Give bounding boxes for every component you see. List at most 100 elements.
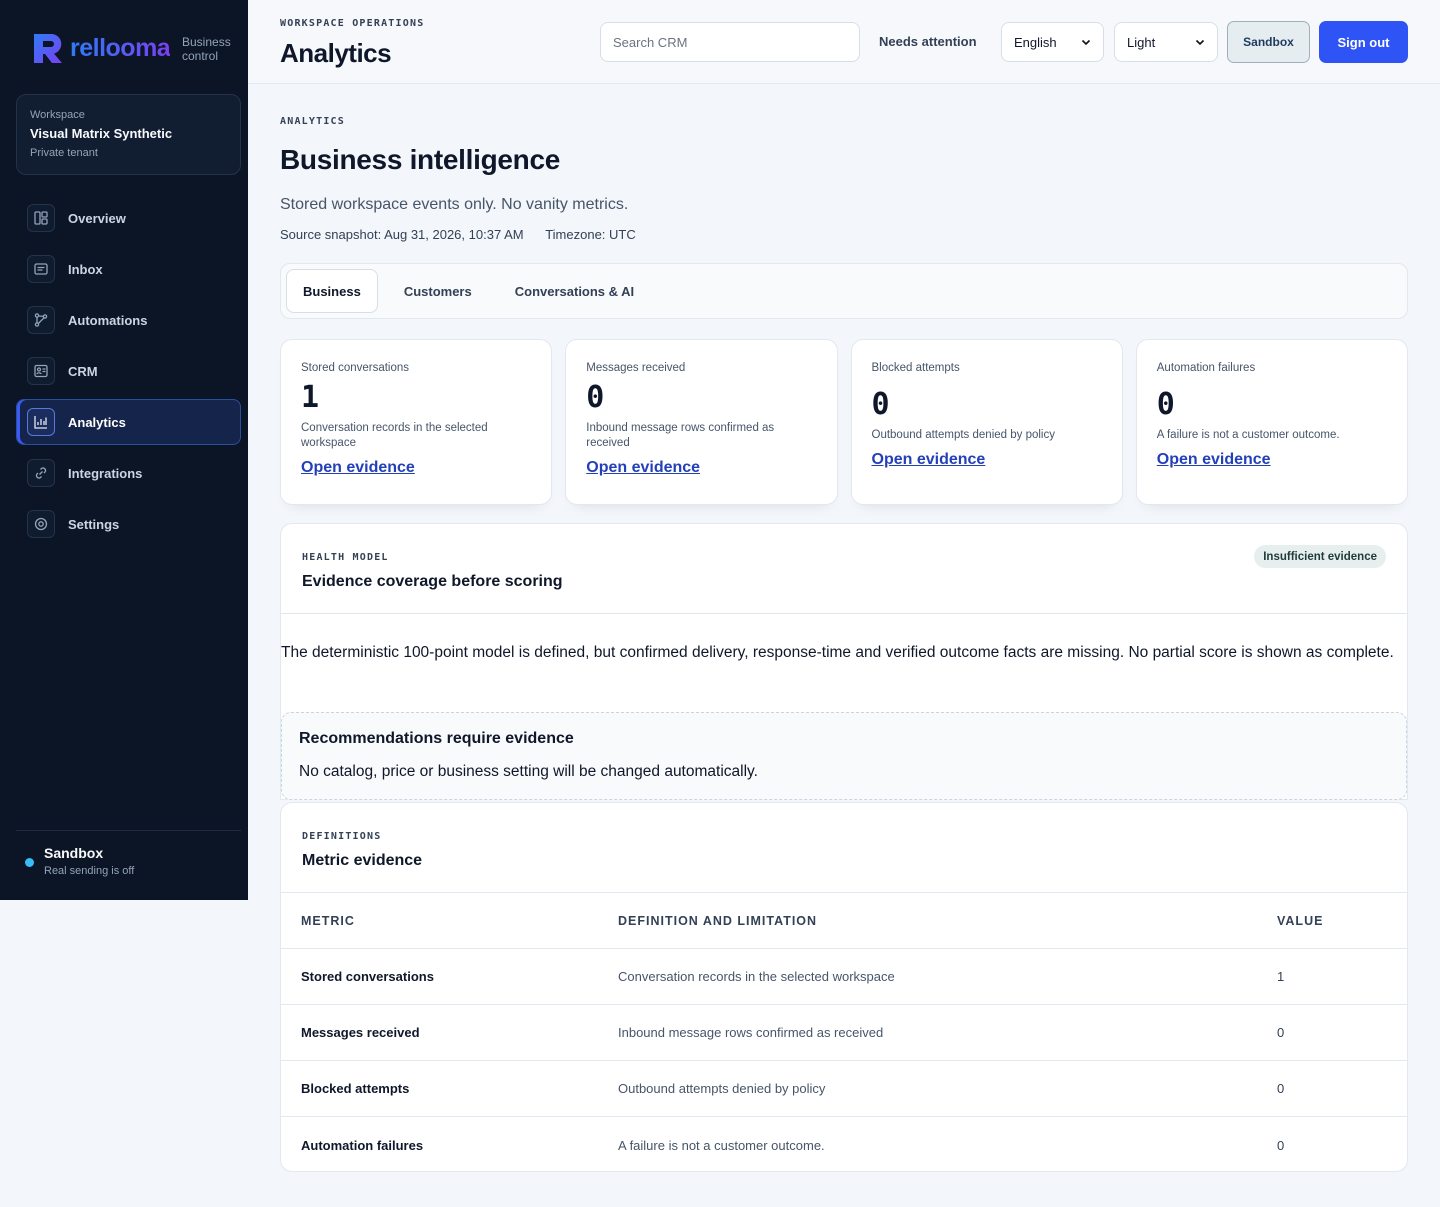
kpi-card-messages-received: Messages received 0 Inbound message rows… <box>565 339 838 505</box>
needs-attention-link[interactable]: Needs attention <box>879 34 977 49</box>
sidebar-nav: Overview Inbox Automations CRM Analytics <box>16 195 241 552</box>
metric-name: Messages received <box>301 1025 420 1040</box>
table-row: Automation failures A failure is not a c… <box>281 1117 1407 1171</box>
header-eyebrow: WORKSPACE OPERATIONS <box>280 18 425 29</box>
sidebar-item-automations[interactable]: Automations <box>16 297 241 343</box>
crm-icon <box>27 357 55 385</box>
sidebar-item-label: Automations <box>68 312 148 328</box>
metric-value: 0 <box>1277 1081 1285 1096</box>
column-header-value: VALUE <box>1277 913 1324 928</box>
kpi-description: Outbound attempts denied by policy <box>871 429 1055 441</box>
metric-name: Stored conversations <box>301 969 434 984</box>
kpi-label: Stored conversations <box>301 362 410 374</box>
kpi-description: Inbound message rows confirmed as receiv… <box>586 422 775 449</box>
kpi-label: Messages received <box>586 362 686 374</box>
column-header-definition: DEFINITION AND LIMITATION <box>618 913 818 928</box>
kpi-cards: Stored conversations 1 Conversation reco… <box>280 339 1408 505</box>
language-select[interactable]: English <box>1001 22 1104 62</box>
sidebar-item-analytics[interactable]: Analytics <box>16 399 241 445</box>
sandbox-button[interactable]: Sandbox <box>1227 21 1310 63</box>
metric-definition: Conversation records in the selected wor… <box>618 969 895 984</box>
status-dot-icon <box>25 858 34 867</box>
rellooma-logo-icon <box>34 34 62 63</box>
column-header-metric: METRIC <box>301 913 355 928</box>
metric-value: 1 <box>1277 969 1285 984</box>
health-title: Evidence coverage before scoring <box>302 573 563 590</box>
chevron-down-icon <box>1195 39 1205 46</box>
brand-name: rellooma <box>70 33 171 62</box>
health-description: The deterministic 100-point model is def… <box>281 644 1394 661</box>
theme-select-value: Light <box>1127 34 1156 50</box>
top-header: WORKSPACE OPERATIONS Analytics Needs att… <box>248 0 1440 84</box>
workspace-switcher[interactable]: Workspace Visual Matrix Synthetic Privat… <box>16 94 241 175</box>
divider <box>281 613 1407 614</box>
open-evidence-link[interactable]: Open evidence <box>586 459 700 477</box>
sidebar-item-label: CRM <box>68 363 98 379</box>
brand-subtitle: Business control <box>182 35 231 63</box>
search-input[interactable] <box>600 22 860 62</box>
table-row: Messages received Inbound message rows c… <box>281 1005 1407 1061</box>
section-eyebrow: ANALYTICS <box>280 116 345 127</box>
sidebar-item-overview[interactable]: Overview <box>16 195 241 241</box>
brand-subtitle-line2: control <box>182 49 219 63</box>
open-evidence-link[interactable]: Open evidence <box>872 451 986 469</box>
kpi-description: A failure is not a customer outcome. <box>1156 429 1340 441</box>
status-badge: Insufficient evidence <box>1254 545 1386 568</box>
inbox-icon <box>27 255 55 283</box>
kpi-value: 0 <box>586 380 605 415</box>
open-evidence-link[interactable]: Open evidence <box>301 459 415 477</box>
table-row: Blocked attempts Outbound attempts denie… <box>281 1061 1407 1117</box>
metric-definition: Inbound message rows confirmed as receiv… <box>618 1025 884 1040</box>
open-evidence-link[interactable]: Open evidence <box>1157 451 1271 469</box>
kpi-card-automation-failures: Automation failures 0 A failure is not a… <box>1135 339 1408 505</box>
automations-icon <box>27 306 55 334</box>
section-title: Business intelligence <box>280 144 561 175</box>
table-row: Stored conversations Conversation record… <box>281 949 1407 1005</box>
workspace-name: Visual Matrix Synthetic <box>30 126 173 141</box>
sidebar-item-label: Inbox <box>68 261 103 277</box>
theme-select[interactable]: Light <box>1114 22 1218 62</box>
kpi-card-blocked-attempts: Blocked attempts 0 Outbound attempts den… <box>850 339 1123 505</box>
sandbox-status-title: Sandbox <box>44 845 104 861</box>
sidebar-item-inbox[interactable]: Inbox <box>16 246 241 292</box>
table-header-row: METRIC DEFINITION AND LIMITATION VALUE <box>281 893 1407 949</box>
metric-definitions-panel: DEFINITIONS Metric evidence METRIC DEFIN… <box>280 802 1408 1172</box>
brand-logo[interactable]: rellooma <box>30 30 171 66</box>
kpi-value: 0 <box>1156 387 1175 422</box>
definitions-eyebrow: DEFINITIONS <box>302 831 382 842</box>
tab-customers[interactable]: Customers <box>387 269 489 313</box>
snapshot-meta: Source snapshot: Aug 31, 2026, 10:37 AM … <box>280 227 636 242</box>
workspace-label: Workspace <box>30 109 85 121</box>
sandbox-status: Sandbox Real sending is off <box>16 830 241 877</box>
tab-conversations-ai[interactable]: Conversations & AI <box>498 269 651 313</box>
language-select-value: English <box>1014 34 1057 50</box>
chevron-down-icon <box>1081 39 1091 46</box>
metric-name: Automation failures <box>301 1137 424 1153</box>
tab-business[interactable]: Business <box>286 269 378 313</box>
sidebar-item-settings[interactable]: Settings <box>16 501 241 547</box>
metric-definition: Outbound attempts denied by policy <box>618 1081 826 1096</box>
kpi-description: Conversation records in the selected wor… <box>301 422 488 449</box>
recommendations-title: Recommendations require evidence <box>299 730 574 747</box>
source-snapshot: Source snapshot: Aug 31, 2026, 10:37 AM <box>280 227 524 242</box>
analytics-icon <box>27 408 55 436</box>
timezone: Timezone: UTC <box>545 227 636 242</box>
kpi-card-stored-conversations: Stored conversations 1 Conversation reco… <box>280 339 553 505</box>
integrations-icon <box>27 459 55 487</box>
health-eyebrow: HEALTH MODEL <box>302 552 389 563</box>
settings-icon <box>27 510 55 538</box>
recommendations-text: No catalog, price or business setting wi… <box>299 763 758 780</box>
brand-subtitle-line1: Business <box>182 35 231 49</box>
recommendations-notice: Recommendations require evidence No cata… <box>281 712 1407 800</box>
overview-icon <box>27 204 55 232</box>
page-title: Analytics <box>280 38 392 68</box>
sandbox-status-subtitle: Real sending is off <box>44 865 135 877</box>
kpi-label: Blocked attempts <box>871 362 960 374</box>
sidebar-item-label: Overview <box>68 210 126 226</box>
metric-value: 0 <box>1277 1025 1285 1040</box>
workspace-tenant: Private tenant <box>30 147 98 159</box>
sidebar-item-integrations[interactable]: Integrations <box>16 450 241 496</box>
definitions-title: Metric evidence <box>302 852 423 869</box>
sidebar-item-crm[interactable]: CRM <box>16 348 241 394</box>
sign-out-button[interactable]: Sign out <box>1319 21 1408 63</box>
